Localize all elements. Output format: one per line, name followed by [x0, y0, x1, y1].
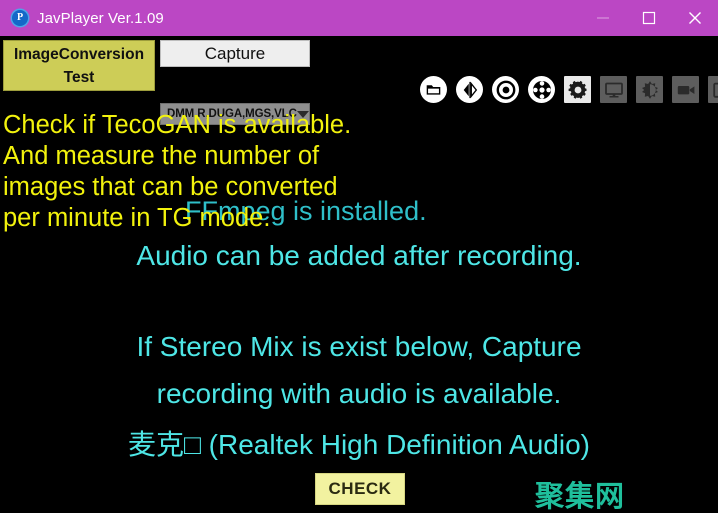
gear-icon[interactable]	[564, 76, 591, 103]
toolbar: ImageConversion Test Capture DMM,R,DUGA,…	[0, 36, 718, 125]
toolbar-icon-group	[420, 76, 718, 103]
title-bar: JavPlayer Ver.1.09	[0, 0, 718, 36]
check-button[interactable]: CHECK	[315, 473, 405, 505]
close-icon[interactable]	[672, 0, 718, 36]
window-title: JavPlayer Ver.1.09	[37, 9, 164, 27]
maximize-icon[interactable]	[626, 0, 672, 36]
image-effect-icon[interactable]	[708, 76, 718, 103]
audio-device-name: 麦克□ (Realtek High Definition Audio)	[127, 429, 590, 460]
contrast-icon[interactable]	[636, 76, 663, 103]
capture-button[interactable]: Capture	[160, 40, 310, 67]
yellow-note-text: Check if TecoGAN is available. And measu…	[3, 111, 352, 232]
stereo-mix-line-2: recording with audio is available.	[156, 378, 562, 409]
ict-line-1: ImageConversion	[13, 45, 145, 63]
monitor-icon[interactable]	[600, 76, 627, 103]
folder-icon[interactable]	[420, 76, 447, 103]
record-icon[interactable]	[492, 76, 519, 103]
audio-note-text: Audio can be added after recording.	[136, 240, 582, 271]
stereo-mix-line-1: If Stereo Mix is exist below, Capture	[136, 331, 582, 362]
window-controls	[580, 0, 718, 36]
mirror-flip-icon[interactable]	[456, 76, 483, 103]
video-camera-icon[interactable]	[672, 76, 699, 103]
disc-icon[interactable]	[528, 76, 555, 103]
ict-line-2: Test	[63, 68, 95, 86]
image-conversion-test-button[interactable]: ImageConversion Test	[3, 40, 155, 91]
javplayer-window: JavPlayer Ver.1.09 ImageConversion Test …	[0, 0, 718, 513]
site-watermark: 聚集网	[535, 479, 626, 513]
minimize-icon[interactable]	[580, 0, 626, 36]
javplayer-logo-icon	[12, 10, 28, 26]
